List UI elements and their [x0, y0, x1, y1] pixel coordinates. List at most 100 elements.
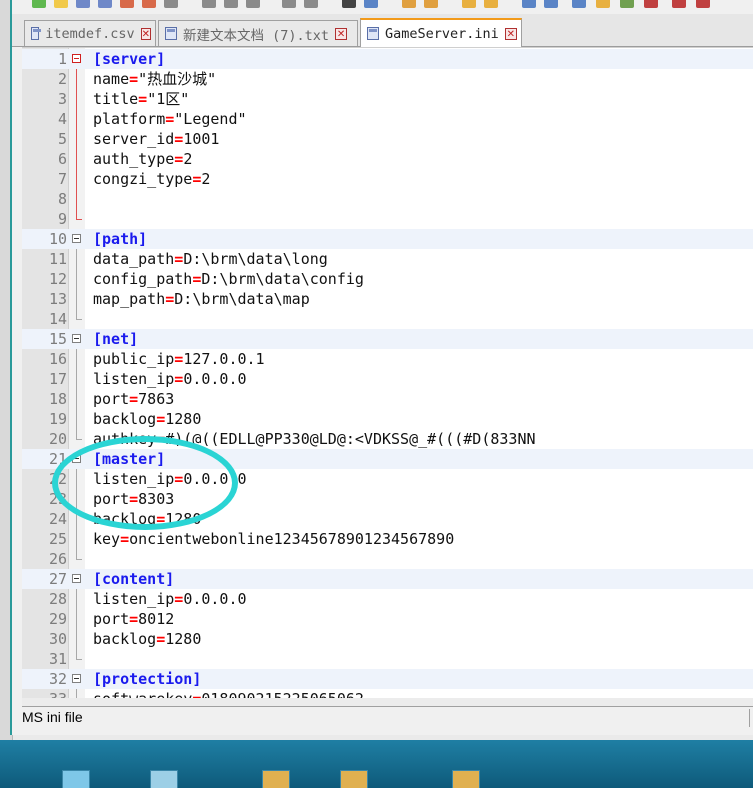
fold-guide — [76, 129, 77, 149]
sync-scroll-v-icon[interactable] — [462, 0, 476, 8]
paste-icon[interactable] — [246, 0, 260, 8]
zoom-in-icon[interactable] — [402, 0, 416, 8]
section-header-line[interactable]: 10 [path] — [22, 229, 753, 249]
show-all-chars-icon[interactable] — [544, 0, 558, 8]
line-text: listen_ip=0.0.0.0 — [93, 369, 247, 389]
equals-sign: = — [174, 350, 184, 368]
key-value-line[interactable]: 30 backlog=1280 — [22, 629, 753, 649]
blank-line[interactable]: 9 — [22, 209, 753, 229]
fold-toggle-icon[interactable] — [72, 574, 81, 583]
macro-play-icon[interactable] — [696, 0, 710, 8]
fold-toggle-icon[interactable] — [72, 234, 81, 243]
fold-guide — [76, 629, 77, 649]
print-icon[interactable] — [164, 0, 178, 8]
tab-label: 新建文本文档 (7).txt — [183, 27, 330, 44]
ini-key: listen_ip — [93, 590, 175, 608]
new-file-icon[interactable] — [32, 0, 46, 8]
equals-sign: = — [129, 610, 139, 628]
find-icon[interactable] — [342, 0, 356, 8]
zoom-out-icon[interactable] — [424, 0, 438, 8]
indent-guide-icon[interactable] — [572, 0, 586, 8]
section-header-line[interactable]: 1 [server] — [22, 49, 753, 69]
key-value-line[interactable]: 18 port=7863 — [22, 389, 753, 409]
equals-sign: = — [165, 110, 175, 128]
macro-stop-icon[interactable] — [672, 0, 686, 8]
section-header-line[interactable]: 27 [content] — [22, 569, 753, 589]
line-number: 3 — [57, 90, 67, 108]
tab-new-text-document[interactable]: 新建文本文档 (7).txt ✕ — [158, 20, 358, 46]
fold-toggle-icon[interactable] — [72, 54, 81, 63]
undo-icon[interactable] — [282, 0, 296, 8]
key-value-line[interactable]: 13 map_path=D:\brm\data\map — [22, 289, 753, 309]
key-value-line[interactable]: 28 listen_ip=0.0.0.0 — [22, 589, 753, 609]
key-value-line[interactable]: 2 name="热血沙城" — [22, 69, 753, 89]
taskbar-app-icon[interactable] — [340, 770, 368, 788]
line-number: 2 — [57, 70, 67, 88]
blank-line[interactable]: 31 — [22, 649, 753, 669]
macro-record-icon[interactable] — [644, 0, 658, 8]
line-number: 4 — [57, 110, 67, 128]
copy-icon[interactable] — [224, 0, 238, 8]
close-icon[interactable]: ✕ — [140, 27, 151, 40]
key-value-line[interactable]: 16 public_ip=127.0.0.1 — [22, 349, 753, 369]
ini-key: backlog — [93, 410, 157, 428]
function-list-icon[interactable] — [620, 0, 634, 8]
save-icon[interactable] — [76, 0, 90, 8]
blank-line[interactable]: 8 — [22, 189, 753, 209]
taskbar-app-icon[interactable] — [262, 770, 290, 788]
blank-line[interactable]: 26 — [22, 549, 753, 569]
line-text: [protection] — [93, 669, 201, 689]
key-value-line[interactable]: 29 port=8012 — [22, 609, 753, 629]
ini-value: "热血沙城" — [138, 70, 217, 88]
notepad-plus-plus-window: itemdef.csv ✕ 新建文本文档 (7).txt ✕ GameServe… — [10, 0, 753, 735]
open-file-icon[interactable] — [54, 0, 68, 8]
tab-itemdef-csv[interactable]: itemdef.csv ✕ — [24, 20, 156, 46]
key-value-line[interactable]: 11 data_path=D:\brm\data\long — [22, 249, 753, 269]
text-editor[interactable]: 1 [server] 2 name="热血沙城" 3 title="1区" 4 platfor… — [22, 47, 753, 699]
key-value-line[interactable]: 19 backlog=1280 — [22, 409, 753, 429]
taskbar-app-icon[interactable] — [452, 770, 480, 788]
save-all-icon[interactable] — [98, 0, 112, 8]
key-value-line[interactable]: 25 key=oncientwebonline123456789012345678… — [22, 529, 753, 549]
key-value-line[interactable]: 12 config_path=D:\brm\data\config — [22, 269, 753, 289]
word-wrap-icon[interactable] — [522, 0, 536, 8]
tab-bar: itemdef.csv ✕ 新建文本文档 (7).txt ✕ GameServe… — [12, 14, 753, 47]
close-all-icon[interactable] — [142, 0, 156, 8]
key-value-line[interactable]: 6 auth_type=2 — [22, 149, 753, 169]
ini-value: 2 — [183, 150, 193, 168]
replace-icon[interactable] — [364, 0, 378, 8]
blank-line[interactable]: 14 — [22, 309, 753, 329]
taskbar-app-icon[interactable] — [150, 770, 178, 788]
fold-toggle-icon[interactable] — [72, 334, 81, 343]
key-value-line[interactable]: 5 server_id=1001 — [22, 129, 753, 149]
tab-gameserver-ini[interactable]: GameServer.ini ✕ — [360, 18, 522, 47]
redo-icon[interactable] — [304, 0, 318, 8]
line-text: key=oncientwebonline12345678901234567890 — [93, 529, 454, 549]
equals-sign: = — [174, 250, 184, 268]
section-header-line[interactable]: 15 [net] — [22, 329, 753, 349]
section-header-line[interactable]: 32 [protection] — [22, 669, 753, 689]
key-value-line[interactable]: 4 platform="Legend" — [22, 109, 753, 129]
key-value-line[interactable]: 3 title="1区" — [22, 89, 753, 109]
key-value-line[interactable]: 17 listen_ip=0.0.0.0 — [22, 369, 753, 389]
fold-guide — [76, 249, 77, 269]
line-text: [content] — [93, 569, 174, 589]
fold-guide — [76, 149, 77, 169]
horizontal-scrollbar[interactable] — [22, 698, 753, 706]
fold-guide — [76, 409, 77, 429]
cut-icon[interactable] — [202, 0, 216, 8]
line-number: 15 — [48, 330, 67, 348]
fold-toggle-icon[interactable] — [72, 674, 81, 683]
line-number: 13 — [48, 290, 67, 308]
close-icon[interactable]: ✕ — [504, 27, 517, 40]
taskbar-app-icon[interactable] — [62, 770, 90, 788]
close-icon[interactable]: ✕ — [335, 27, 348, 40]
key-value-line[interactable]: 7 congzi_type=2 — [22, 169, 753, 189]
ini-value: 0.0.0.0 — [183, 590, 247, 608]
line-text: listen_ip=0.0.0.0 — [93, 589, 247, 609]
close-file-icon[interactable] — [120, 0, 134, 8]
doc-map-icon[interactable] — [596, 0, 610, 8]
equals-sign: = — [138, 90, 148, 108]
sync-scroll-h-icon[interactable] — [484, 0, 498, 8]
fold-guide — [76, 529, 77, 549]
